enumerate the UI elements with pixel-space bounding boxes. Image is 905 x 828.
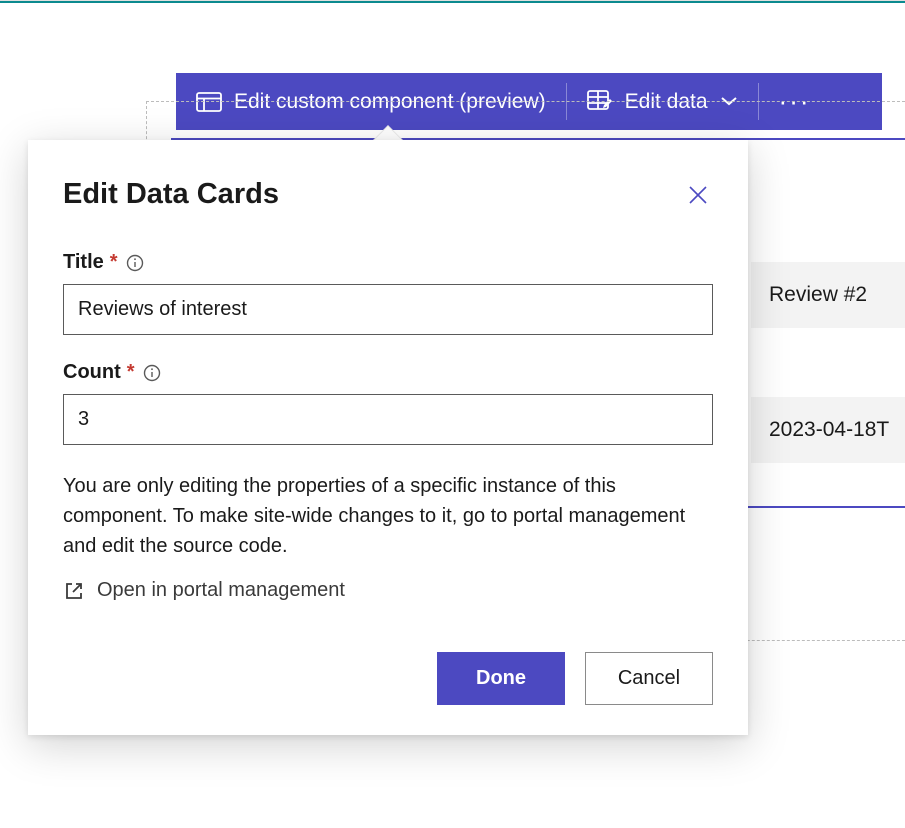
table-cell-date: 2023-04-18T bbox=[751, 397, 905, 463]
count-field-group: Count * bbox=[63, 361, 713, 445]
info-icon[interactable] bbox=[126, 254, 144, 272]
open-portal-management-link[interactable]: Open in portal management bbox=[63, 579, 713, 602]
external-link-icon bbox=[63, 580, 85, 602]
title-field-group: Title * bbox=[63, 251, 713, 335]
count-input[interactable] bbox=[63, 394, 713, 445]
title-label: Title bbox=[63, 251, 104, 274]
required-asterisk: * bbox=[110, 251, 118, 274]
dialog-title: Edit Data Cards bbox=[63, 178, 279, 211]
done-button[interactable]: Done bbox=[437, 652, 565, 705]
open-portal-management-label: Open in portal management bbox=[97, 579, 345, 602]
count-label-row: Count * bbox=[63, 361, 713, 384]
title-input[interactable] bbox=[63, 284, 713, 335]
required-asterisk: * bbox=[127, 361, 135, 384]
edit-data-cards-dialog: Edit Data Cards Title * bbox=[28, 140, 748, 735]
title-label-row: Title * bbox=[63, 251, 713, 274]
close-button[interactable] bbox=[683, 180, 713, 210]
top-window-border bbox=[0, 0, 905, 3]
info-icon[interactable] bbox=[143, 364, 161, 382]
cancel-button[interactable]: Cancel bbox=[585, 652, 713, 705]
helper-text: You are only editing the properties of a… bbox=[63, 471, 713, 561]
dialog-footer: Done Cancel bbox=[63, 652, 713, 705]
close-icon bbox=[687, 184, 709, 206]
count-label: Count bbox=[63, 361, 121, 384]
dialog-header: Edit Data Cards bbox=[63, 178, 713, 211]
table-cell-review: Review #2 bbox=[751, 262, 905, 328]
